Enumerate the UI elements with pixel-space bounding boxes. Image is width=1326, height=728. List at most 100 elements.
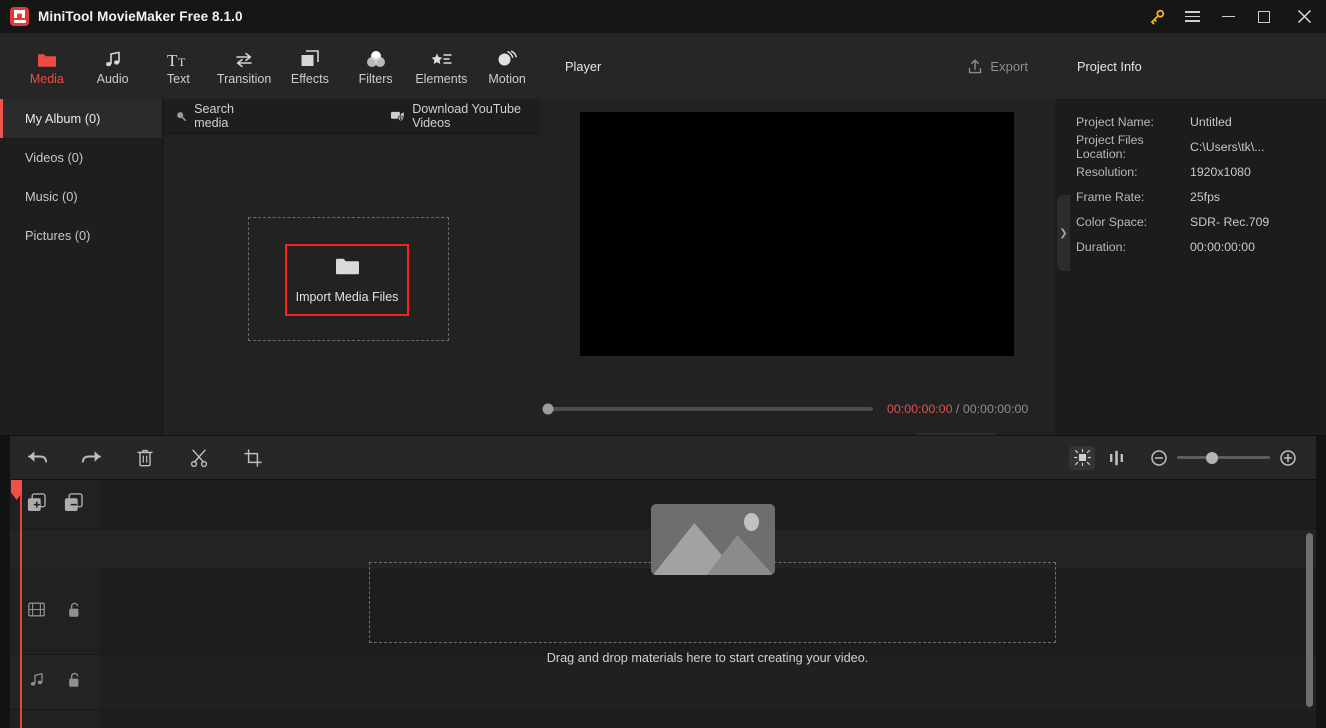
media-content-area: Search media Download YouTube Videos Imp… (164, 99, 540, 435)
track-lock-audio[interactable] (67, 672, 81, 693)
sidebar-item-music[interactable]: Music (0) (0, 177, 162, 216)
category-label: Videos (0) (25, 150, 83, 165)
download-youtube-button[interactable]: Download YouTube Videos (391, 102, 540, 130)
tab-label: Text (167, 72, 190, 86)
track-lock-video[interactable] (67, 602, 81, 623)
tab-label: Transition (217, 72, 271, 86)
undo-button[interactable] (10, 436, 64, 479)
export-button[interactable]: Export (968, 59, 1028, 74)
timeline-vertical-scrollbar[interactable] (1306, 533, 1313, 707)
track-header-audio (10, 655, 99, 710)
info-row-resolution: Resolution: 1920x1080 (1055, 159, 1326, 184)
folder-icon (37, 46, 57, 68)
info-value: Untitled (1190, 115, 1232, 129)
tab-motion[interactable]: Motion (474, 33, 540, 99)
tab-transition[interactable]: Transition (211, 33, 277, 99)
track-header-ruler-spacer (10, 530, 99, 570)
seek-handle[interactable] (543, 404, 554, 415)
media-category-list: My Album (0) Videos (0) Music (0) Pictur… (0, 99, 163, 435)
media-dropzone[interactable]: Import Media Files (248, 217, 449, 341)
current-time: 00:00:00:00 (887, 402, 952, 416)
info-value: SDR- Rec.709 (1190, 215, 1269, 229)
key-icon[interactable] (1140, 0, 1174, 33)
tab-label: Elements (415, 72, 467, 86)
zoom-in-icon[interactable] (1280, 450, 1296, 466)
playhead[interactable] (20, 480, 22, 728)
tab-elements[interactable]: Elements (409, 33, 475, 99)
audio-waveform-button[interactable] (1103, 446, 1129, 470)
sidebar-item-pictures[interactable]: Pictures (0) (0, 216, 162, 255)
sidebar-item-my-album[interactable]: My Album (0) (0, 99, 162, 138)
hamburger-menu-icon[interactable] (1174, 0, 1210, 33)
sidebar-item-videos[interactable]: Videos (0) (0, 138, 162, 177)
category-label: Music (0) (25, 189, 78, 204)
collapse-panel-handle[interactable]: ❯ (1057, 195, 1070, 271)
svg-text:T: T (167, 51, 178, 68)
tab-filters[interactable]: Filters (343, 33, 409, 99)
tab-label: Media (30, 72, 64, 86)
info-key: Color Space: (1055, 215, 1190, 229)
filters-icon (366, 46, 386, 68)
import-media-files-label: Import Media Files (296, 290, 399, 304)
transition-icon (234, 46, 254, 68)
tab-label: Filters (359, 72, 393, 86)
tab-media[interactable]: Media (14, 33, 80, 99)
project-info-panel: Project Info Project Name: Untitled Proj… (1055, 33, 1326, 435)
fit-to-timeline-button[interactable] (1069, 446, 1095, 470)
split-button[interactable] (172, 436, 226, 479)
import-media-files-button[interactable]: Import Media Files (285, 244, 409, 316)
tab-label: Audio (97, 72, 129, 86)
info-row-project-name: Project Name: Untitled (1055, 109, 1326, 134)
tab-effects[interactable]: Effects (277, 33, 343, 99)
effects-icon (300, 46, 320, 68)
tab-label: Motion (488, 72, 526, 86)
category-label: My Album (0) (25, 111, 100, 126)
zoom-slider[interactable] (1177, 456, 1270, 459)
app-window: MiniTool MovieMaker Free 8.1.0 Media (0, 0, 1326, 728)
search-icon (176, 110, 186, 122)
tab-text[interactable]: TT Text (146, 33, 212, 99)
window-controls (1140, 0, 1326, 33)
zoom-out-icon[interactable] (1151, 450, 1167, 466)
crop-button[interactable] (226, 436, 280, 479)
timeline-right-gutter (1316, 436, 1326, 728)
export-icon (968, 59, 982, 74)
info-row-duration: Duration: 00:00:00:00 (1055, 234, 1326, 259)
elements-icon (430, 46, 452, 68)
zoom-handle[interactable] (1206, 452, 1218, 464)
title-bar: MiniTool MovieMaker Free 8.1.0 (0, 0, 1326, 33)
add-track-icon[interactable] (27, 493, 46, 517)
tab-audio[interactable]: Audio (80, 33, 146, 99)
app-logo-icon (10, 7, 29, 26)
timecode-separator: / (956, 402, 959, 416)
minimize-icon[interactable] (1210, 0, 1246, 33)
video-preview[interactable] (580, 112, 1014, 356)
download-youtube-label: Download YouTube Videos (412, 102, 540, 130)
close-icon[interactable] (1282, 0, 1326, 33)
film-icon (28, 602, 45, 622)
player-timecode: 00:00:00:00 / 00:00:00:00 (887, 402, 1028, 416)
info-value: 00:00:00:00 (1190, 240, 1255, 254)
player-panel: Player Export 00:00:00:00 / 00:00:00:00 (540, 33, 1055, 435)
search-media-label: Search media (194, 102, 260, 130)
delete-button[interactable] (118, 436, 172, 479)
svg-text:T: T (178, 55, 186, 68)
player-title: Player (565, 59, 601, 74)
category-label: Pictures (0) (25, 228, 90, 243)
info-value: 25fps (1190, 190, 1220, 204)
window-title: MiniTool MovieMaker Free 8.1.0 (38, 9, 243, 24)
motion-icon (496, 46, 518, 68)
maximize-icon[interactable] (1246, 0, 1282, 33)
info-key: Project Name: (1055, 115, 1190, 129)
remove-track-icon[interactable] (64, 493, 83, 517)
project-info-rows: Project Name: Untitled Project Files Loc… (1055, 99, 1326, 259)
info-value: C:\Users\tk\... (1190, 140, 1264, 154)
redo-button[interactable] (64, 436, 118, 479)
project-info-header: Project Info (1055, 33, 1326, 99)
timeline-tracks-area[interactable]: Drag and drop materials here to start cr… (99, 480, 1316, 728)
text-icon: TT (167, 46, 189, 68)
info-key: Duration: (1055, 240, 1190, 254)
seek-slider[interactable] (548, 407, 873, 411)
search-media-button[interactable]: Search media (176, 102, 260, 130)
folder-icon (335, 256, 360, 281)
